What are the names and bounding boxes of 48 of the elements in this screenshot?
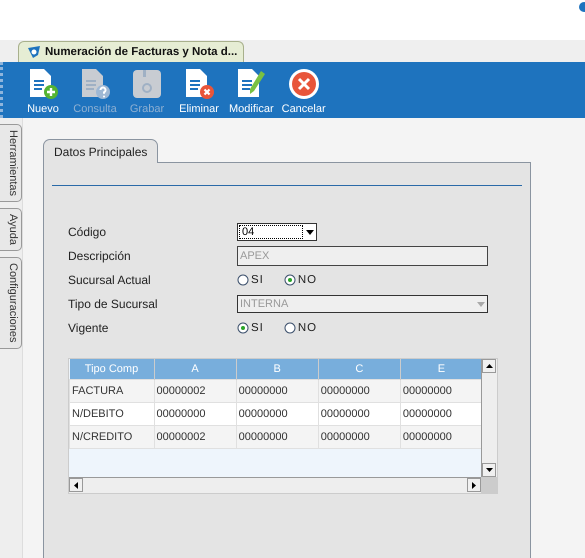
field-label: Sucursal Actual bbox=[68, 273, 152, 287]
table-cell: N/DEBITO bbox=[70, 402, 154, 426]
table-cell: 00000000 bbox=[154, 402, 236, 426]
side-tab[interactable]: Configuraciones bbox=[0, 257, 22, 349]
radio-option[interactable]: NO bbox=[284, 274, 318, 286]
table-cell: 00000002 bbox=[154, 380, 236, 402]
horizontal-scrollbar[interactable] bbox=[69, 477, 481, 493]
table-cell: 00000000 bbox=[400, 402, 481, 426]
radio-option[interactable]: NO bbox=[284, 322, 318, 334]
table-cell: 00000002 bbox=[154, 426, 236, 448]
toolbar-button[interactable]: Nuevo bbox=[17, 67, 69, 118]
up-arrow-icon bbox=[486, 364, 492, 368]
document-tab[interactable]: Numeración de Facturas y Nota d... bbox=[18, 41, 244, 62]
field-label: Descripción bbox=[68, 249, 132, 263]
table-cell: 00000000 bbox=[236, 402, 318, 426]
vertical-scrollbar[interactable] bbox=[481, 359, 497, 477]
side-tab[interactable]: Ayuda bbox=[0, 208, 22, 252]
table-cell: 00000000 bbox=[318, 380, 400, 402]
toolbar-button[interactable]: Modificar bbox=[225, 67, 278, 118]
radio-option[interactable]: SI bbox=[237, 274, 264, 286]
radio-icon bbox=[284, 274, 296, 286]
field-label: Vigente bbox=[68, 321, 110, 335]
table-cell: N/CREDITO bbox=[70, 426, 154, 448]
shield-icon bbox=[27, 45, 41, 59]
dropdown[interactable]: 04 bbox=[237, 223, 317, 241]
table-cell: FACTURA bbox=[70, 380, 154, 402]
toolbar-button[interactable]: Eliminar bbox=[173, 67, 225, 118]
table-cell: 00000000 bbox=[400, 426, 481, 448]
radio-option[interactable]: SI bbox=[237, 322, 264, 334]
field-label: Código bbox=[68, 225, 108, 239]
caret-icon bbox=[477, 302, 485, 306]
right-arrow-icon bbox=[472, 482, 476, 488]
field-label: Tipo de Sucursal bbox=[68, 297, 159, 311]
left-arrow-icon bbox=[74, 482, 78, 488]
radio-icon bbox=[237, 274, 249, 286]
toolbar-button[interactable]: Cancelar bbox=[278, 67, 330, 118]
down-arrow-icon bbox=[486, 468, 492, 472]
table-cell: 00000000 bbox=[318, 426, 400, 448]
table-cell: 00000000 bbox=[236, 426, 318, 448]
table-cell: 00000000 bbox=[400, 380, 481, 402]
radio-icon bbox=[237, 322, 249, 334]
cancel-icon bbox=[286, 67, 321, 101]
radio-icon bbox=[284, 322, 296, 334]
panel-tab[interactable]: Datos Principales bbox=[43, 139, 158, 163]
table-cell: 00000000 bbox=[236, 380, 318, 402]
caret-icon bbox=[306, 230, 314, 234]
side-tab[interactable]: Herramientas bbox=[0, 124, 22, 202]
table-cell: 00000000 bbox=[318, 402, 400, 426]
